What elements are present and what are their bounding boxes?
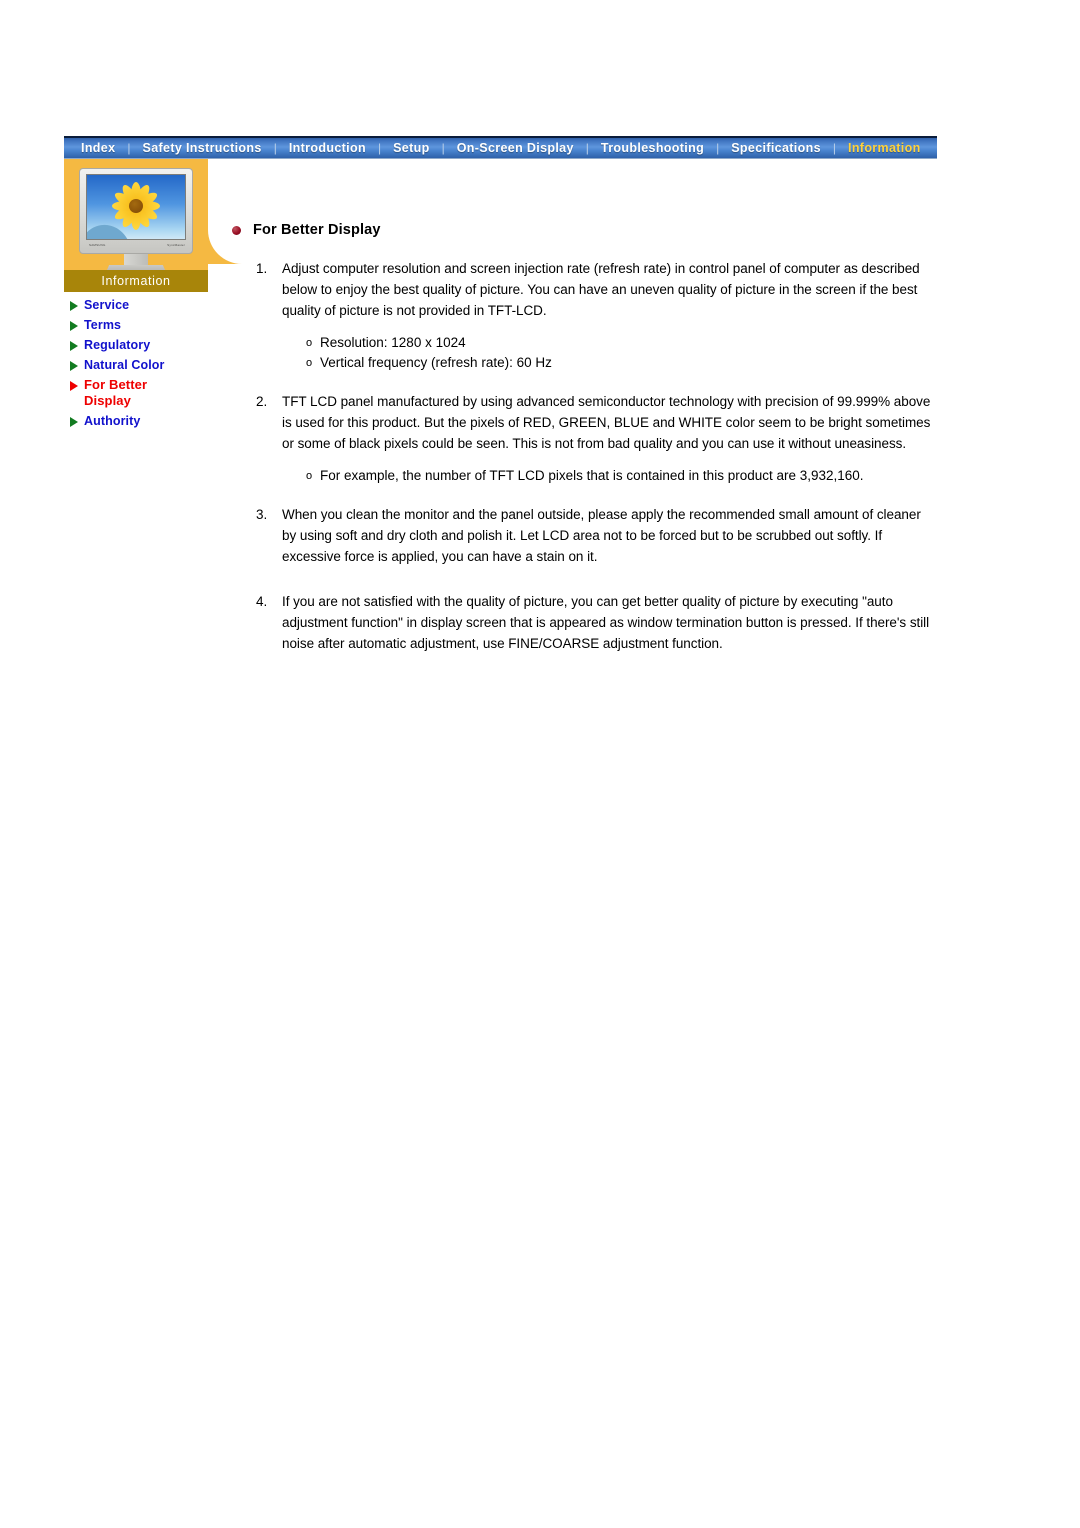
arrow-right-icon	[70, 361, 78, 371]
list-item: 1. Adjust computer resolution and screen…	[256, 258, 938, 321]
sub-item-text: Vertical frequency (refresh rate): 60 Hz	[320, 355, 552, 370]
sidebar-item-label: For Better Display	[84, 377, 148, 408]
nav-tab-introduction[interactable]: Introduction	[278, 138, 377, 158]
top-navigation-bar: Index | Safety Instructions | Introducti…	[64, 136, 937, 159]
list-item: o For example, the number of TFT LCD pix…	[306, 466, 938, 486]
arrow-right-icon	[70, 301, 78, 311]
circle-bullet-icon: o	[306, 357, 313, 369]
monitor-screen	[86, 174, 186, 240]
list-item-number: 2.	[256, 394, 268, 409]
sidebar-item-service[interactable]: Service	[64, 297, 239, 313]
nav-tab-setup[interactable]: Setup	[382, 138, 440, 158]
list-item-text: When you clean the monitor and the panel…	[282, 507, 921, 564]
monitor-bezel: SAMSUNG SyncMaster	[79, 168, 193, 254]
sidebar-item-label: Terms	[84, 318, 122, 332]
bullet-dot-icon	[232, 225, 241, 235]
sidebar-menu: Service Terms Regulatory Natural Color F…	[64, 292, 239, 433]
page-title: For Better Display	[232, 222, 938, 238]
sub-item-text: For example, the number of TFT LCD pixel…	[320, 468, 864, 483]
sidebar-item-regulatory[interactable]: Regulatory	[64, 337, 239, 353]
list-item: o Resolution: 1280 x 1024	[306, 333, 938, 353]
arrow-right-icon	[70, 341, 78, 351]
arrow-right-icon	[70, 381, 78, 391]
sub-item-text: Resolution: 1280 x 1024	[320, 335, 466, 350]
sub-list: o For example, the number of TFT LCD pix…	[306, 466, 938, 486]
sidebar-item-label: Service	[84, 298, 130, 312]
list-item-number: 1.	[256, 261, 268, 276]
sidebar-item-natural-color[interactable]: Natural Color	[64, 357, 239, 373]
sidebar-item-label: Regulatory	[84, 338, 151, 352]
sidebar-item-terms[interactable]: Terms	[64, 317, 239, 333]
list-item-text: TFT LCD panel manufactured by using adva…	[282, 394, 931, 451]
sidebar-item-authority[interactable]: Authority	[64, 413, 239, 429]
list-item: 2. TFT LCD panel manufactured by using a…	[256, 391, 938, 454]
sidebar-item-label: Natural Color	[84, 358, 165, 372]
list-item: o Vertical frequency (refresh rate): 60 …	[306, 353, 938, 373]
sub-list: o Resolution: 1280 x 1024 o Vertical fre…	[306, 333, 938, 373]
lcd-monitor-icon: SAMSUNG SyncMaster	[79, 168, 193, 280]
sidebar-section-title: Information	[64, 270, 208, 292]
list-item: 3. When you clean the monitor and the pa…	[256, 504, 938, 567]
nav-tab-index[interactable]: Index	[70, 138, 126, 158]
sidebar-header-panel: SAMSUNG SyncMaster Information	[64, 159, 242, 292]
monitor-brand-label: SAMSUNG	[89, 243, 106, 247]
sidebar-item-label: Authority	[84, 414, 141, 428]
monitor-model-label: SyncMaster	[167, 243, 185, 247]
list-item: 4. If you are not satisfied with the qua…	[256, 591, 938, 654]
arrow-right-icon	[70, 417, 78, 427]
circle-bullet-icon: o	[306, 337, 313, 349]
sidebar-item-for-better-display[interactable]: For Better Display	[64, 377, 239, 409]
sidebar: SAMSUNG SyncMaster Information Service T…	[64, 159, 242, 428]
arrow-right-icon	[70, 321, 78, 331]
list-item-number: 3.	[256, 507, 268, 522]
main-content: For Better Display 1. Adjust computer re…	[232, 222, 938, 656]
list-item-text: If you are not satisfied with the qualit…	[282, 594, 930, 651]
nav-tab-safety-instructions[interactable]: Safety Instructions	[132, 138, 273, 158]
sunflower-core	[129, 198, 143, 213]
circle-bullet-icon: o	[306, 470, 313, 482]
list-item-text: Adjust computer resolution and screen in…	[282, 261, 920, 318]
nav-tab-information[interactable]: Information	[837, 138, 932, 158]
nav-tab-specifications[interactable]: Specifications	[720, 138, 832, 158]
nav-tab-on-screen-display[interactable]: On-Screen Display	[446, 138, 585, 158]
list-item-number: 4.	[256, 594, 268, 609]
page-root: Index | Safety Instructions | Introducti…	[0, 0, 1080, 1528]
nav-tab-troubleshooting[interactable]: Troubleshooting	[590, 138, 715, 158]
page-title-text: For Better Display	[253, 222, 381, 238]
